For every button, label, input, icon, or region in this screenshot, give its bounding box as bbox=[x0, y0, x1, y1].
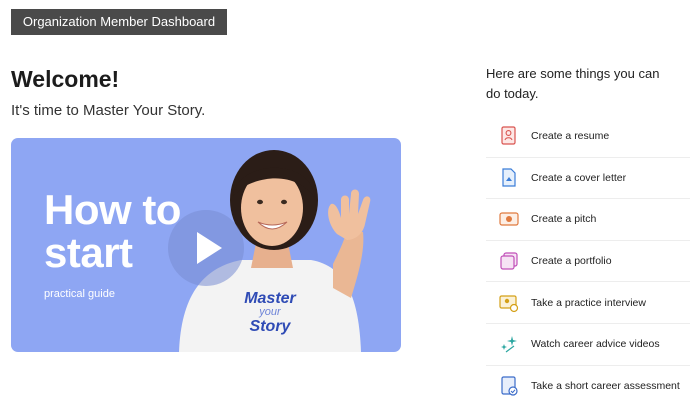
action-create-cover-letter[interactable]: Create a cover letter bbox=[486, 158, 690, 200]
shirt-logo: Master your Story bbox=[235, 290, 305, 335]
welcome-heading: Welcome! bbox=[11, 66, 120, 92]
intro-video[interactable]: How to start practical guide Master your… bbox=[11, 138, 401, 352]
action-create-portfolio[interactable]: Create a portfolio bbox=[486, 241, 690, 283]
cover-letter-icon bbox=[502, 168, 516, 187]
interview-icon bbox=[499, 295, 519, 312]
action-label: Watch career advice videos bbox=[531, 338, 660, 351]
portfolio-icon bbox=[500, 252, 518, 270]
action-label: Create a cover letter bbox=[531, 171, 627, 184]
action-label: Take a short career assessment bbox=[531, 380, 680, 393]
action-create-pitch[interactable]: Create a pitch bbox=[486, 199, 690, 241]
action-watch-videos[interactable]: Watch career advice videos bbox=[486, 324, 690, 366]
actions-intro: Here are some things you can do today. bbox=[486, 66, 660, 101]
shirt-logo-line1: Master bbox=[244, 290, 296, 307]
dashboard-title-tag: Organization Member Dashboard bbox=[11, 9, 227, 35]
shirt-logo-line3: Story bbox=[249, 318, 291, 335]
action-label: Take a practice interview bbox=[531, 296, 646, 309]
welcome-subtitle: It's time to Master Your Story. bbox=[11, 102, 206, 119]
assessment-icon bbox=[501, 376, 518, 396]
action-label: Create a pitch bbox=[531, 213, 597, 226]
pitch-icon bbox=[499, 212, 519, 227]
play-button[interactable] bbox=[168, 210, 244, 286]
action-create-resume[interactable]: Create a resume bbox=[486, 116, 690, 158]
play-icon bbox=[197, 232, 222, 264]
shirt-logo-line2: your bbox=[259, 306, 281, 318]
action-list: Create a resume Create a cover letter Cr… bbox=[486, 116, 690, 407]
action-practice-interview[interactable]: Take a practice interview bbox=[486, 282, 690, 324]
action-label: Create a resume bbox=[531, 130, 610, 143]
action-label: Create a portfolio bbox=[531, 255, 612, 268]
sparkle-icon bbox=[501, 336, 517, 353]
resume-icon bbox=[501, 126, 516, 145]
